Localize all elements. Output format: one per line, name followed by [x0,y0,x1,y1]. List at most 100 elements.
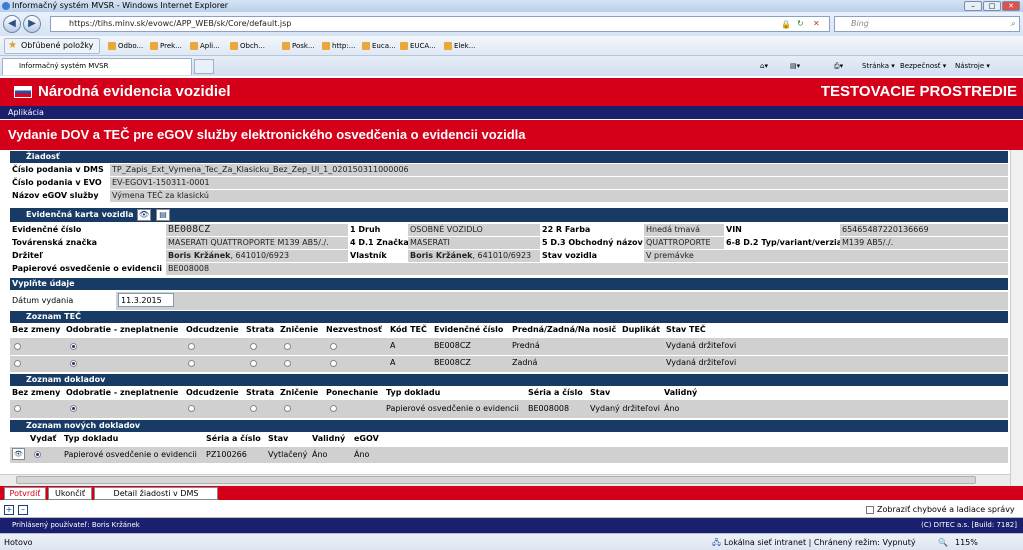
newdoc-row1-vydat-radio[interactable] [34,451,41,458]
newdocs-header-typ: Typ dokladu [62,433,204,445]
newdoc-view-icon[interactable]: 👁 [12,448,25,460]
print-icon[interactable]: ⎙▾ [834,60,843,72]
newdocs-header-empty [10,433,28,445]
favorites-button[interactable]: Obľúbené položky [4,38,101,54]
tec-row2-odcudzenie-radio[interactable] [188,360,195,367]
app-header: Národná evidencia vozidiel TESTOVACIE PR… [0,78,1023,106]
tec-row1-odcudzenie-radio[interactable] [188,343,195,350]
tec-row2-bez-zmeny-radio[interactable] [14,360,21,367]
browser-status-bar: Hotovo 🖧 Lokálna sieť intranet | Chránen… [0,533,1023,550]
tec-row2-odobratie-radio[interactable] [70,360,77,367]
close-window-button[interactable]: ✕ [1002,1,1020,11]
value-evo: EV-EGOV1-150311-0001 [110,177,1008,189]
close-button[interactable]: Ukončiť [48,487,92,500]
search-icon[interactable]: ⌕ [1011,17,1015,31]
docs-header-seria: Séria a číslo [526,387,588,399]
expand-all-icon[interactable]: + [4,505,14,515]
status-text: Hotovo [4,538,33,547]
show-errors-checkbox[interactable] [866,506,874,514]
user-bar: Prihlásený používateľ: Boris Kržánek (C)… [0,518,1023,533]
label-vlastnik: Vlastník [348,250,408,262]
docs-row1-strata-radio[interactable] [250,405,257,412]
label-papierove-osvedcenie: Papierové osvedčenie o evidencii [10,263,166,275]
tec-row1-znicenie-radio[interactable] [284,343,291,350]
docs-header-ponechanie: Ponechanie [324,387,384,399]
label-evo: Číslo podania v EVO [10,177,110,189]
dms-detail-button[interactable]: Detail žiadosti v DMS [94,487,218,500]
rss-icon[interactable]: ▤▾ [790,60,800,72]
tec-header-nezvestnost: Nezvestnosť [324,324,388,336]
zoom-level[interactable]: 115% [955,534,978,550]
tec-row2-strata-radio[interactable] [250,360,257,367]
confirm-button[interactable]: Potvrdiť [4,487,46,500]
search-input[interactable]: Bing ⌕ [834,16,1020,32]
label-tovarenska-znacka: Továrenská značka [10,237,166,249]
tec-row2-znicenie-radio[interactable] [284,360,291,367]
view-card-icon[interactable]: 👁 [137,209,151,221]
favorite-link-8[interactable]: EUCA... [400,39,436,53]
refresh-icon[interactable]: ↻ [797,17,804,31]
address-bar[interactable]: https://tihs.minv.sk/evowc/APP_WEB/sk/Co… [50,16,830,32]
forward-icon[interactable]: ▶ [23,15,41,33]
newdoc-row1-seria: PZ100266 [206,450,247,459]
value-tovarenska-znacka: MASERATI QUATTROPORTE M139 AB5/./. [166,237,348,249]
tool-menu-page[interactable]: Stránka ▾ [862,60,895,72]
vertical-scrollbar[interactable] [1010,150,1023,486]
docs-row1-odobratie-radio[interactable] [70,405,77,412]
docs-row1-odcudzenie-radio[interactable] [188,405,195,412]
horizontal-scroll-thumb[interactable] [16,476,976,484]
newdocs-header-vydat: Vydať [28,433,62,445]
card-detail-icon[interactable]: ▤ [156,209,170,221]
logged-user: Prihlásený používateľ: Boris Kržánek [12,521,140,529]
tec-header-ev-cislo: Evidenčné číslo [432,324,510,336]
value-egov-service: Výmena TEČ za klasickú [110,190,1008,202]
tec-row1-ev: BE008CZ [434,341,471,350]
tec-row1-nezvestnost-radio[interactable] [330,343,337,350]
value-obchodny-nazov: QUATTROPORTE [644,237,724,249]
favorite-link-5[interactable]: Posk... [282,39,315,53]
tec-row1-strata-radio[interactable] [250,343,257,350]
tab-active[interactable]: Informačný systém MVSR [2,58,192,75]
docs-row1-stav: Vydaný držiteľovi [590,404,661,413]
collapse-all-icon[interactable]: – [18,505,28,515]
favorite-link-4[interactable]: Obch... [230,39,265,53]
tec-row2-duplikat [620,357,664,369]
stop-icon[interactable]: ✕ [813,17,820,31]
zone-icon: 🖧 [712,538,721,547]
tec-header-odobratie: Odobratie - zneplatnenie [64,324,184,336]
back-icon[interactable]: ◀ [3,15,21,33]
docs-row1-bez-zmeny-radio[interactable] [14,405,21,412]
tec-row2-nezvestnost-radio[interactable] [330,360,337,367]
tec-row1-odobratie-radio[interactable] [70,343,77,350]
home-icon[interactable]: ⌂▾ [760,60,768,72]
tool-menu-security[interactable]: Bezpečnosť ▾ [900,60,946,72]
favorite-link-7[interactable]: Euca... [362,39,396,53]
tec-header-znicenie: Zničenie [278,324,324,336]
tool-menu-tools[interactable]: Nástroje ▾ [955,60,990,72]
label-farba: 22 R Farba [540,224,644,236]
docs-header-bez-zmeny: Bez zmeny [10,387,64,399]
minimize-button[interactable]: – [964,1,982,11]
docs-row1-ponechanie-radio[interactable] [330,405,337,412]
favorite-link-3[interactable]: Apli... [190,39,220,53]
environment-label: TESTOVACIE PROSTREDIE [820,83,1017,100]
date-input[interactable] [118,293,174,307]
docs-row1-znicenie-radio[interactable] [284,405,291,412]
tec-row1-bez-zmeny-radio[interactable] [14,343,21,350]
newdoc-row1-egov: Áno [354,450,370,459]
favorite-link-6[interactable]: http:... [322,39,355,53]
section-request: Žiadosť [10,151,1008,163]
favorite-link-9[interactable]: Elek... [444,39,475,53]
value-stav-vozidla: V premávke [644,250,1008,262]
url-text: https://tihs.minv.sk/evowc/APP_WEB/sk/Co… [69,19,292,28]
tec-row2-pozicia: Zadná [512,358,538,367]
menu-aplikacia[interactable]: Aplikácia [8,108,44,117]
new-tab-button[interactable] [194,59,214,74]
page-title: Vydanie DOV a TEČ pre eGOV služby elektr… [0,120,1023,150]
zoom-icon[interactable]: 🔍 [938,534,948,550]
favorite-link-2[interactable]: Prek... [150,39,182,53]
favorite-link-1[interactable]: Odbo... [108,39,143,53]
maximize-button[interactable]: □ [983,1,1001,11]
tec-header-duplikat: Duplikát [620,324,664,336]
tec-row1-pozicia: Predná [512,341,540,350]
